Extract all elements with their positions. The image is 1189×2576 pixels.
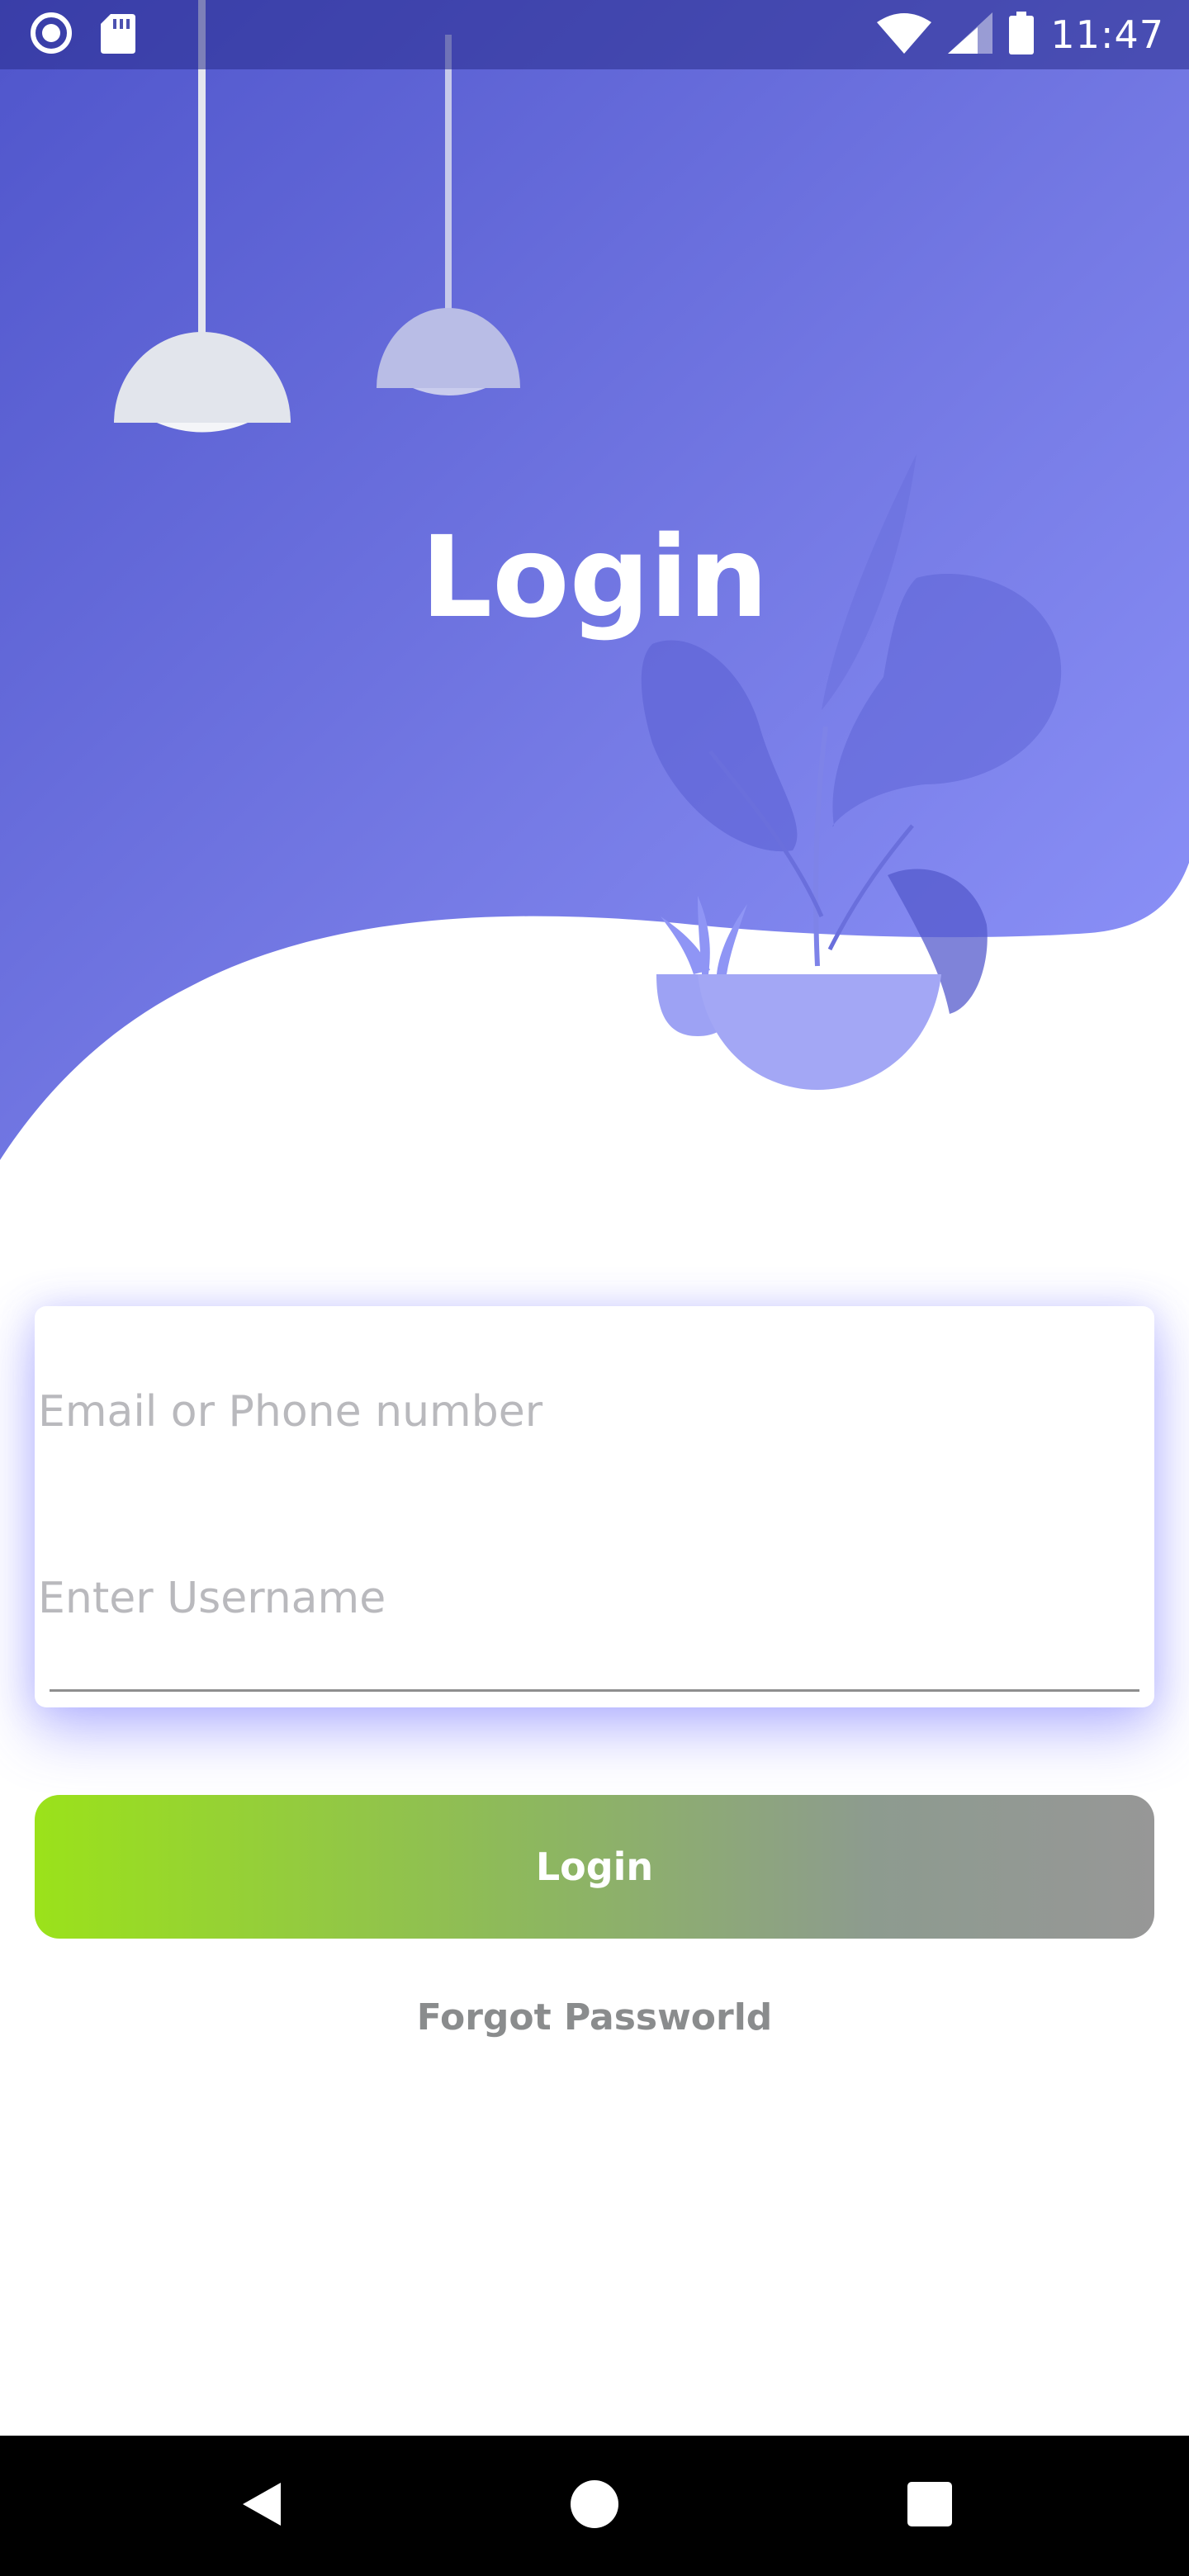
nav-home-button[interactable]	[512, 2436, 677, 2576]
login-form-card	[35, 1306, 1154, 1707]
status-bar-right: 11:47	[877, 11, 1164, 59]
status-time: 11:47	[1050, 12, 1164, 57]
username-input[interactable]	[38, 1557, 1087, 1640]
home-icon	[570, 2479, 619, 2533]
login-button[interactable]: Login	[35, 1795, 1154, 1939]
cellular-signal-icon	[948, 12, 993, 58]
status-bar: 11:47	[0, 0, 1189, 69]
navigation-bar	[0, 2436, 1189, 2576]
wifi-icon	[877, 12, 932, 58]
recents-icon	[907, 2481, 952, 2531]
back-icon	[238, 2479, 284, 2533]
record-icon	[30, 12, 73, 59]
battery-icon	[1009, 11, 1035, 59]
forgot-password-link[interactable]: Forgot Passworld	[0, 1996, 1189, 2039]
sd-card-icon	[101, 12, 135, 58]
username-underline	[50, 1689, 1139, 1692]
status-bar-left	[30, 12, 135, 59]
nav-recents-button[interactable]	[847, 2436, 1012, 2576]
page-title: Login	[420, 513, 769, 643]
nav-back-button[interactable]	[178, 2436, 343, 2576]
email-or-phone-input[interactable]	[38, 1371, 1087, 1453]
